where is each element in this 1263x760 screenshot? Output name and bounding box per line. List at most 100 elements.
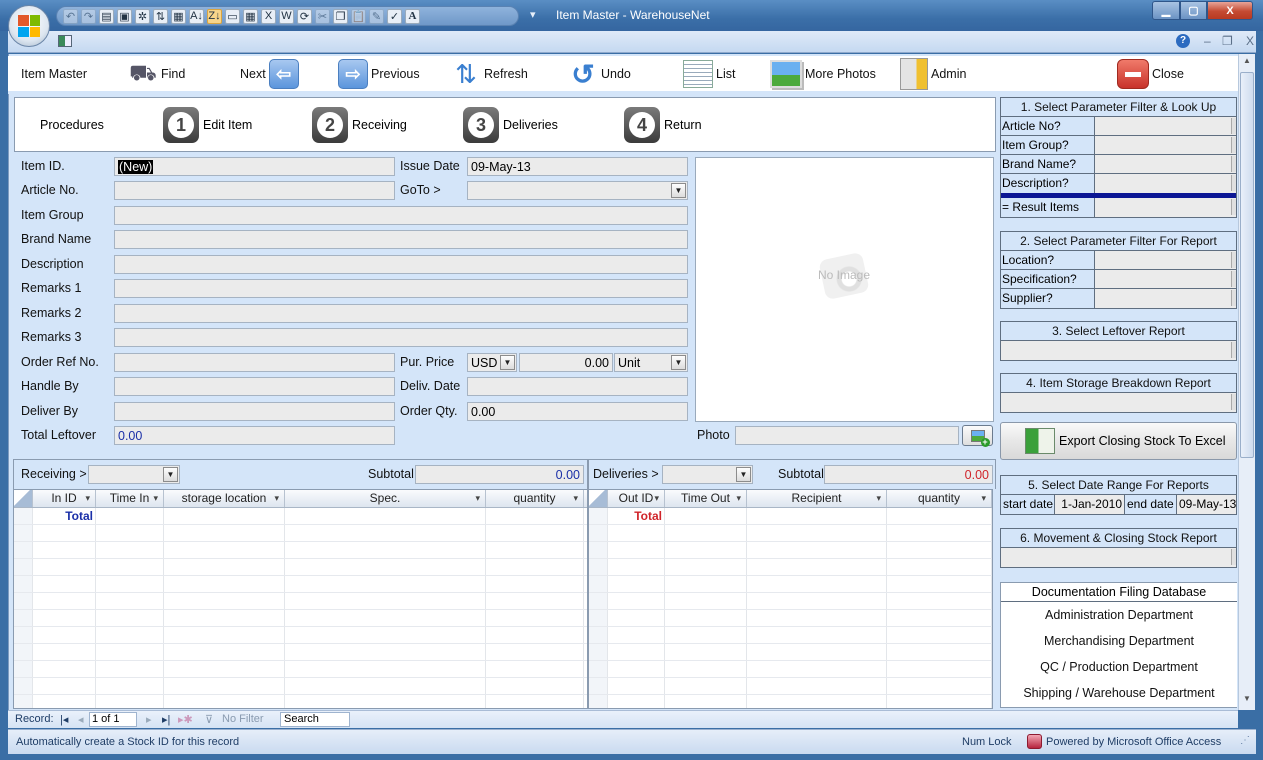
form-icon[interactable]: ▭ bbox=[225, 8, 240, 24]
refresh-all-icon[interactable]: ⟳ bbox=[297, 8, 312, 24]
previous-button[interactable]: ⇨ Previous bbox=[338, 56, 420, 92]
next-record-icon[interactable]: ▸ bbox=[146, 713, 152, 726]
deliveries-combo[interactable]: ▼ bbox=[662, 465, 753, 484]
vertical-scrollbar[interactable]: ▲ ▼ bbox=[1238, 54, 1255, 710]
scroll-down-icon[interactable]: ▼ bbox=[1239, 694, 1255, 708]
order-qty-field[interactable]: 0.00 bbox=[467, 402, 688, 421]
filter-icon[interactable]: ✲ bbox=[135, 8, 150, 24]
cut-icon[interactable]: ✂ bbox=[315, 8, 330, 24]
sort-icon[interactable]: ⇅ bbox=[153, 8, 168, 24]
procedure-return[interactable]: 4 Return bbox=[624, 106, 702, 144]
new-record-icon[interactable]: ▣ bbox=[117, 8, 132, 24]
scroll-up-icon[interactable]: ▲ bbox=[1239, 56, 1255, 70]
help-icon[interactable]: ? bbox=[1176, 34, 1190, 48]
last-record-icon[interactable]: ▸| bbox=[162, 713, 170, 726]
export-excel-icon[interactable]: X bbox=[261, 8, 276, 24]
undo-button[interactable]: ↺ Undo bbox=[568, 56, 631, 92]
procedure-edit-item[interactable]: 1 Edit Item bbox=[163, 106, 252, 144]
refresh-button[interactable]: ⇅ Refresh bbox=[451, 56, 528, 92]
remarks2-field[interactable] bbox=[114, 304, 688, 323]
select-all-cell[interactable] bbox=[589, 490, 608, 507]
col-storage-location[interactable]: storage location bbox=[164, 490, 285, 507]
receiving-combo[interactable]: ▼ bbox=[88, 465, 180, 484]
deliver-by-field[interactable] bbox=[114, 402, 395, 421]
new-record-icon[interactable]: ▸✱ bbox=[178, 713, 193, 726]
lookup-brand-combo[interactable] bbox=[1095, 155, 1236, 173]
procedure-receiving[interactable]: 2 Receiving bbox=[312, 106, 407, 144]
sort-ascending-icon[interactable]: A↓ bbox=[189, 8, 204, 24]
photo-frame[interactable]: No Image bbox=[695, 157, 994, 422]
issue-date-field[interactable]: 09-May-13 bbox=[467, 157, 688, 176]
export-word-icon[interactable]: W bbox=[279, 8, 294, 24]
movement-report-combo[interactable] bbox=[1001, 548, 1236, 567]
col-time-out[interactable]: Time Out bbox=[665, 490, 747, 507]
unit-combo[interactable]: Unit ▼ bbox=[614, 353, 688, 372]
photo-path-field[interactable] bbox=[735, 426, 959, 445]
lookup-article-combo[interactable] bbox=[1095, 117, 1236, 135]
format-painter-icon[interactable]: ✎ bbox=[369, 8, 384, 24]
dropdown-arrow-icon[interactable]: ▼ bbox=[671, 355, 686, 370]
leftover-report-combo[interactable] bbox=[1001, 341, 1236, 360]
no-filter-icon[interactable]: ⊽ bbox=[205, 713, 213, 726]
specification-combo[interactable] bbox=[1095, 270, 1236, 288]
document-close-button[interactable]: X bbox=[1246, 34, 1254, 48]
add-photo-button[interactable] bbox=[962, 425, 993, 447]
dropdown-arrow-icon[interactable]: ▼ bbox=[163, 467, 178, 482]
item-group-field[interactable] bbox=[114, 206, 688, 225]
close-button[interactable]: Close bbox=[1117, 56, 1184, 92]
deliv-date-field[interactable] bbox=[467, 377, 688, 396]
export-excel-button[interactable]: Export Closing Stock To Excel bbox=[1000, 422, 1237, 460]
procedure-deliveries[interactable]: 3 Deliveries bbox=[463, 106, 558, 144]
window-minimize-button[interactable]: ▁ bbox=[1152, 1, 1180, 20]
form-document-icon[interactable] bbox=[58, 35, 72, 47]
no-filter-button[interactable]: No Filter bbox=[222, 713, 264, 725]
paste-icon[interactable]: 📋 bbox=[351, 8, 366, 24]
current-record-field[interactable]: 1 of 1 bbox=[89, 712, 137, 727]
font-icon[interactable]: A bbox=[405, 8, 420, 24]
description-field[interactable] bbox=[114, 255, 688, 274]
copy-icon[interactable]: ❐ bbox=[333, 8, 348, 24]
doc-link-administration[interactable]: Administration Department bbox=[1001, 602, 1237, 628]
document-restore-button[interactable]: ❐ bbox=[1222, 34, 1233, 48]
doc-link-merchandising[interactable]: Merchandising Department bbox=[1001, 628, 1237, 654]
order-ref-field[interactable] bbox=[114, 353, 395, 372]
storage-report-combo[interactable] bbox=[1001, 393, 1236, 412]
remarks3-field[interactable] bbox=[114, 328, 688, 347]
advanced-filter-icon[interactable]: ▦ bbox=[171, 8, 186, 24]
col-out-id[interactable]: Out ID bbox=[608, 490, 665, 507]
more-photos-button[interactable]: More Photos bbox=[770, 56, 876, 92]
location-combo[interactable] bbox=[1095, 251, 1236, 269]
form-view-icon[interactable]: ▤ bbox=[99, 8, 114, 24]
find-button[interactable]: ⛟ Find bbox=[128, 56, 185, 92]
handle-by-field[interactable] bbox=[114, 377, 395, 396]
dropdown-arrow-icon[interactable]: ▼ bbox=[736, 467, 751, 482]
select-all-cell[interactable] bbox=[14, 490, 33, 507]
col-in-id[interactable]: In ID bbox=[33, 490, 96, 507]
doc-link-qc-production[interactable]: QC / Production Department bbox=[1001, 654, 1237, 680]
lookup-description-combo[interactable] bbox=[1095, 174, 1236, 193]
prev-record-icon[interactable]: ◂ bbox=[78, 713, 84, 726]
col-quantity[interactable]: quantity bbox=[887, 490, 992, 507]
start-date-field[interactable]: 1-Jan-2010 bbox=[1055, 495, 1125, 514]
datasheet-icon[interactable]: ▦ bbox=[243, 8, 258, 24]
next-button[interactable]: Next ⇦ bbox=[240, 56, 299, 92]
dropdown-arrow-icon[interactable]: ▼ bbox=[500, 355, 515, 370]
supplier-combo[interactable] bbox=[1095, 289, 1236, 308]
result-items-combo[interactable] bbox=[1095, 198, 1236, 217]
scroll-thumb[interactable] bbox=[1240, 72, 1254, 458]
customize-qat-icon[interactable]: ▾ bbox=[530, 8, 536, 21]
brand-name-field[interactable] bbox=[114, 230, 688, 249]
redo-icon[interactable]: ↷ bbox=[81, 8, 96, 24]
doc-link-shipping-warehouse[interactable]: Shipping / Warehouse Department bbox=[1001, 680, 1237, 706]
admin-button[interactable]: Admin bbox=[900, 56, 966, 92]
col-time-in[interactable]: Time In bbox=[96, 490, 164, 507]
remarks1-field[interactable] bbox=[114, 279, 688, 298]
sort-descending-icon[interactable]: Z↓ bbox=[207, 8, 222, 24]
col-spec[interactable]: Spec. bbox=[285, 490, 486, 507]
list-button[interactable]: List bbox=[683, 56, 735, 92]
office-button[interactable] bbox=[8, 5, 50, 47]
end-date-field[interactable]: 09-May-13 bbox=[1177, 495, 1236, 514]
col-quantity[interactable]: quantity bbox=[486, 490, 584, 507]
article-no-field[interactable] bbox=[114, 181, 395, 200]
undo-icon[interactable]: ↶ bbox=[63, 8, 78, 24]
